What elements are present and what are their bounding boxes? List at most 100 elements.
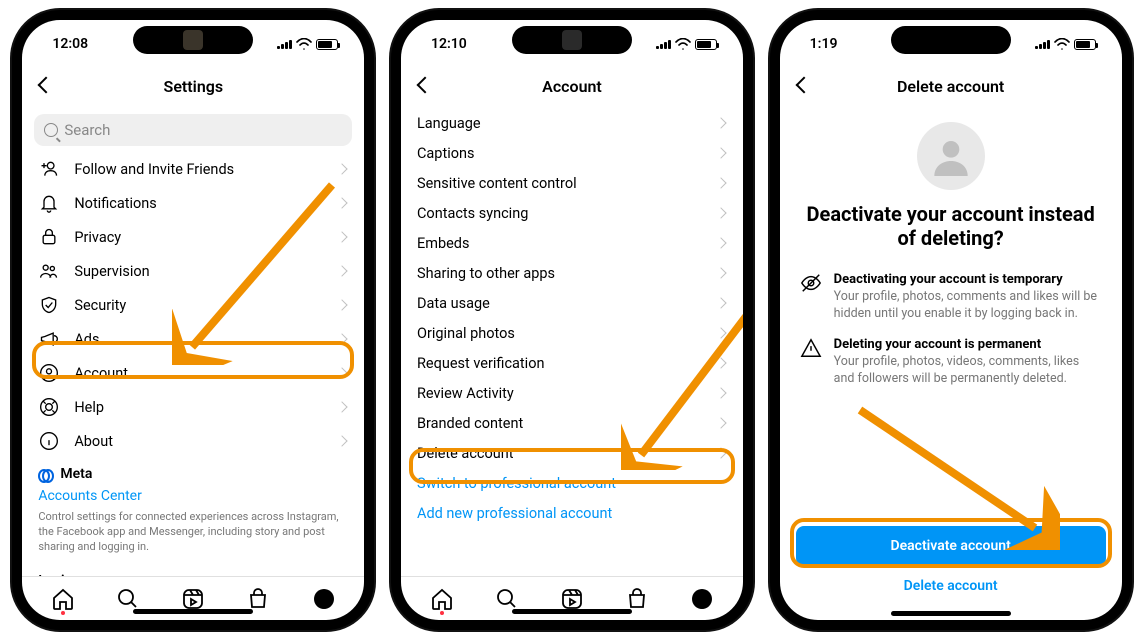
- row-sharing-apps[interactable]: Sharing to other apps: [401, 258, 743, 288]
- tab-reels[interactable]: [181, 587, 205, 611]
- row-data-usage[interactable]: Data usage: [401, 288, 743, 318]
- warning-icon: [800, 337, 822, 359]
- meta-label: Meta: [60, 466, 92, 482]
- battery-icon: [1074, 39, 1096, 50]
- chevron-right-icon: [338, 231, 350, 243]
- phone-1: 12:08 Settings Search Follow and Invite …: [12, 10, 374, 630]
- chevron-right-icon: [717, 387, 729, 399]
- chevron-right-icon: [717, 237, 729, 249]
- row-label: About: [74, 433, 113, 450]
- row-request-verification[interactable]: Request verification: [401, 348, 743, 378]
- row-label: Delete account: [417, 445, 514, 462]
- tab-search[interactable]: [495, 587, 519, 611]
- row-review-activity[interactable]: Review Activity: [401, 378, 743, 408]
- nav-header: Settings: [22, 68, 364, 104]
- eye-slash-icon: [800, 272, 822, 294]
- battery-icon: [695, 39, 717, 50]
- meta-block: Meta Accounts Center Control settings fo…: [22, 458, 364, 559]
- account-content: Language Captions Sensitive content cont…: [401, 104, 743, 576]
- meta-logo: Meta: [38, 466, 348, 482]
- home-indicator: [133, 609, 253, 614]
- row-help[interactable]: Help: [22, 390, 364, 424]
- row-switch-professional[interactable]: Switch to professional account: [401, 468, 743, 498]
- avatar-placeholder: [917, 122, 985, 190]
- row-supervision[interactable]: Supervision: [22, 254, 364, 288]
- row-label: Language: [417, 115, 481, 132]
- row-embeds[interactable]: Embeds: [401, 228, 743, 258]
- wifi-icon: [296, 38, 312, 50]
- cellular-icon: [277, 40, 292, 49]
- row-branded-content[interactable]: Branded content: [401, 408, 743, 438]
- page-title: Settings: [164, 77, 224, 96]
- row-label: Help: [74, 399, 104, 416]
- row-contacts-syncing[interactable]: Contacts syncing: [401, 198, 743, 228]
- battery-icon: [316, 39, 338, 50]
- tab-home[interactable]: [430, 587, 454, 611]
- row-original-photos[interactable]: Original photos: [401, 318, 743, 348]
- back-button[interactable]: [36, 76, 56, 96]
- row-ads[interactable]: Ads: [22, 322, 364, 356]
- row-add-professional[interactable]: Add new professional account: [401, 498, 743, 528]
- home-indicator: [891, 611, 1011, 616]
- tab-reels[interactable]: [560, 587, 584, 611]
- cellular-icon: [1035, 40, 1050, 49]
- deactivate-button[interactable]: Deactivate account: [796, 526, 1106, 566]
- dynamic-island: [891, 26, 1011, 54]
- info-title: Deleting your account is permanent: [834, 337, 1102, 352]
- clock: 1:19: [810, 36, 838, 52]
- clock: 12:08: [52, 36, 88, 52]
- people-icon: [38, 260, 60, 282]
- row-label: Embeds: [417, 235, 469, 252]
- megaphone-icon: [38, 328, 60, 350]
- row-notifications[interactable]: Notifications: [22, 186, 364, 220]
- tab-shop[interactable]: [246, 587, 270, 611]
- logins-section-label: Logins: [22, 559, 364, 576]
- wifi-icon: [1054, 38, 1070, 50]
- info-deactivate-temporary: Deactivating your account is temporary Y…: [780, 268, 1122, 333]
- accounts-center-link[interactable]: Accounts Center: [38, 488, 348, 504]
- phone-2: 12:10 Account Language Captions Sensitiv…: [391, 10, 753, 630]
- status-icons: [656, 38, 717, 50]
- page-title: Delete account: [897, 77, 1004, 96]
- row-delete-account[interactable]: Delete account: [401, 438, 743, 468]
- row-security[interactable]: Security: [22, 288, 364, 322]
- tab-profile[interactable]: [312, 587, 336, 611]
- row-sensitive-content[interactable]: Sensitive content control: [401, 168, 743, 198]
- clock: 12:10: [431, 36, 467, 52]
- dynamic-island: [133, 26, 253, 54]
- row-follow-invite[interactable]: Follow and Invite Friends: [22, 152, 364, 186]
- tab-shop[interactable]: [625, 587, 649, 611]
- row-account[interactable]: Account: [22, 356, 364, 390]
- back-button[interactable]: [415, 76, 435, 96]
- status-icons: [1035, 38, 1096, 50]
- phone-3: 1:19 Delete account Deactivate your acco…: [770, 10, 1132, 630]
- meta-description: Control settings for connected experienc…: [38, 510, 348, 555]
- delete-account-link[interactable]: Delete account: [780, 574, 1122, 602]
- chevron-right-icon: [338, 265, 350, 277]
- chevron-right-icon: [717, 147, 729, 159]
- chevron-right-icon: [717, 267, 729, 279]
- row-label: Security: [74, 297, 126, 314]
- screen-1: 12:08 Settings Search Follow and Invite …: [22, 20, 364, 620]
- tab-search[interactable]: [116, 587, 140, 611]
- delete-content: Deactivate your account instead of delet…: [780, 104, 1122, 620]
- row-captions[interactable]: Captions: [401, 138, 743, 168]
- row-label: Supervision: [74, 263, 149, 280]
- back-button[interactable]: [794, 76, 814, 96]
- tab-profile[interactable]: [690, 587, 714, 611]
- row-label: Sharing to other apps: [417, 265, 555, 282]
- chevron-right-icon: [338, 299, 350, 311]
- info-icon: [38, 430, 60, 452]
- search-input[interactable]: Search: [34, 114, 352, 146]
- screen-3: 1:19 Delete account Deactivate your acco…: [780, 20, 1122, 620]
- row-about[interactable]: About: [22, 424, 364, 458]
- chevron-right-icon: [338, 367, 350, 379]
- tab-home[interactable]: [51, 587, 75, 611]
- info-body: Your profile, photos, videos, comments, …: [834, 354, 1080, 386]
- tab-bar: [22, 576, 364, 620]
- row-privacy[interactable]: Privacy: [22, 220, 364, 254]
- row-label: Privacy: [74, 229, 121, 246]
- status-icons: [277, 38, 338, 50]
- row-label: Original photos: [417, 325, 515, 342]
- row-language[interactable]: Language: [401, 108, 743, 138]
